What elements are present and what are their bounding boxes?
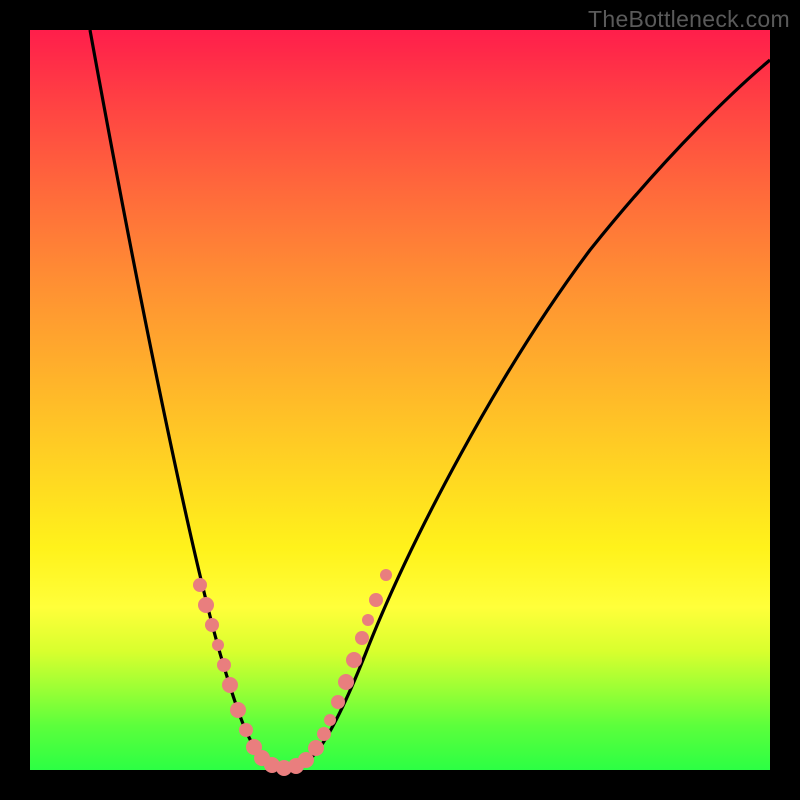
highlight-dot (324, 714, 336, 726)
plot-area (30, 30, 770, 770)
highlight-dot (217, 658, 231, 672)
highlight-dot (239, 723, 253, 737)
highlight-dot (331, 695, 345, 709)
highlight-dot (317, 727, 331, 741)
highlight-dot (346, 652, 362, 668)
highlight-dot (380, 569, 392, 581)
highlight-dot (230, 702, 246, 718)
chart-frame: TheBottleneck.com (0, 0, 800, 800)
highlight-dot (198, 597, 214, 613)
watermark-text: TheBottleneck.com (588, 6, 790, 33)
highlight-dots-group (193, 569, 392, 776)
highlight-dot (193, 578, 207, 592)
highlight-dot (362, 614, 374, 626)
highlight-dot (205, 618, 219, 632)
highlight-dot (222, 677, 238, 693)
highlight-dot (212, 639, 224, 651)
highlight-dot (369, 593, 383, 607)
highlight-dot (338, 674, 354, 690)
curve-layer (30, 30, 770, 770)
bottleneck-curve (90, 30, 770, 768)
highlight-dot (308, 740, 324, 756)
highlight-dot (355, 631, 369, 645)
